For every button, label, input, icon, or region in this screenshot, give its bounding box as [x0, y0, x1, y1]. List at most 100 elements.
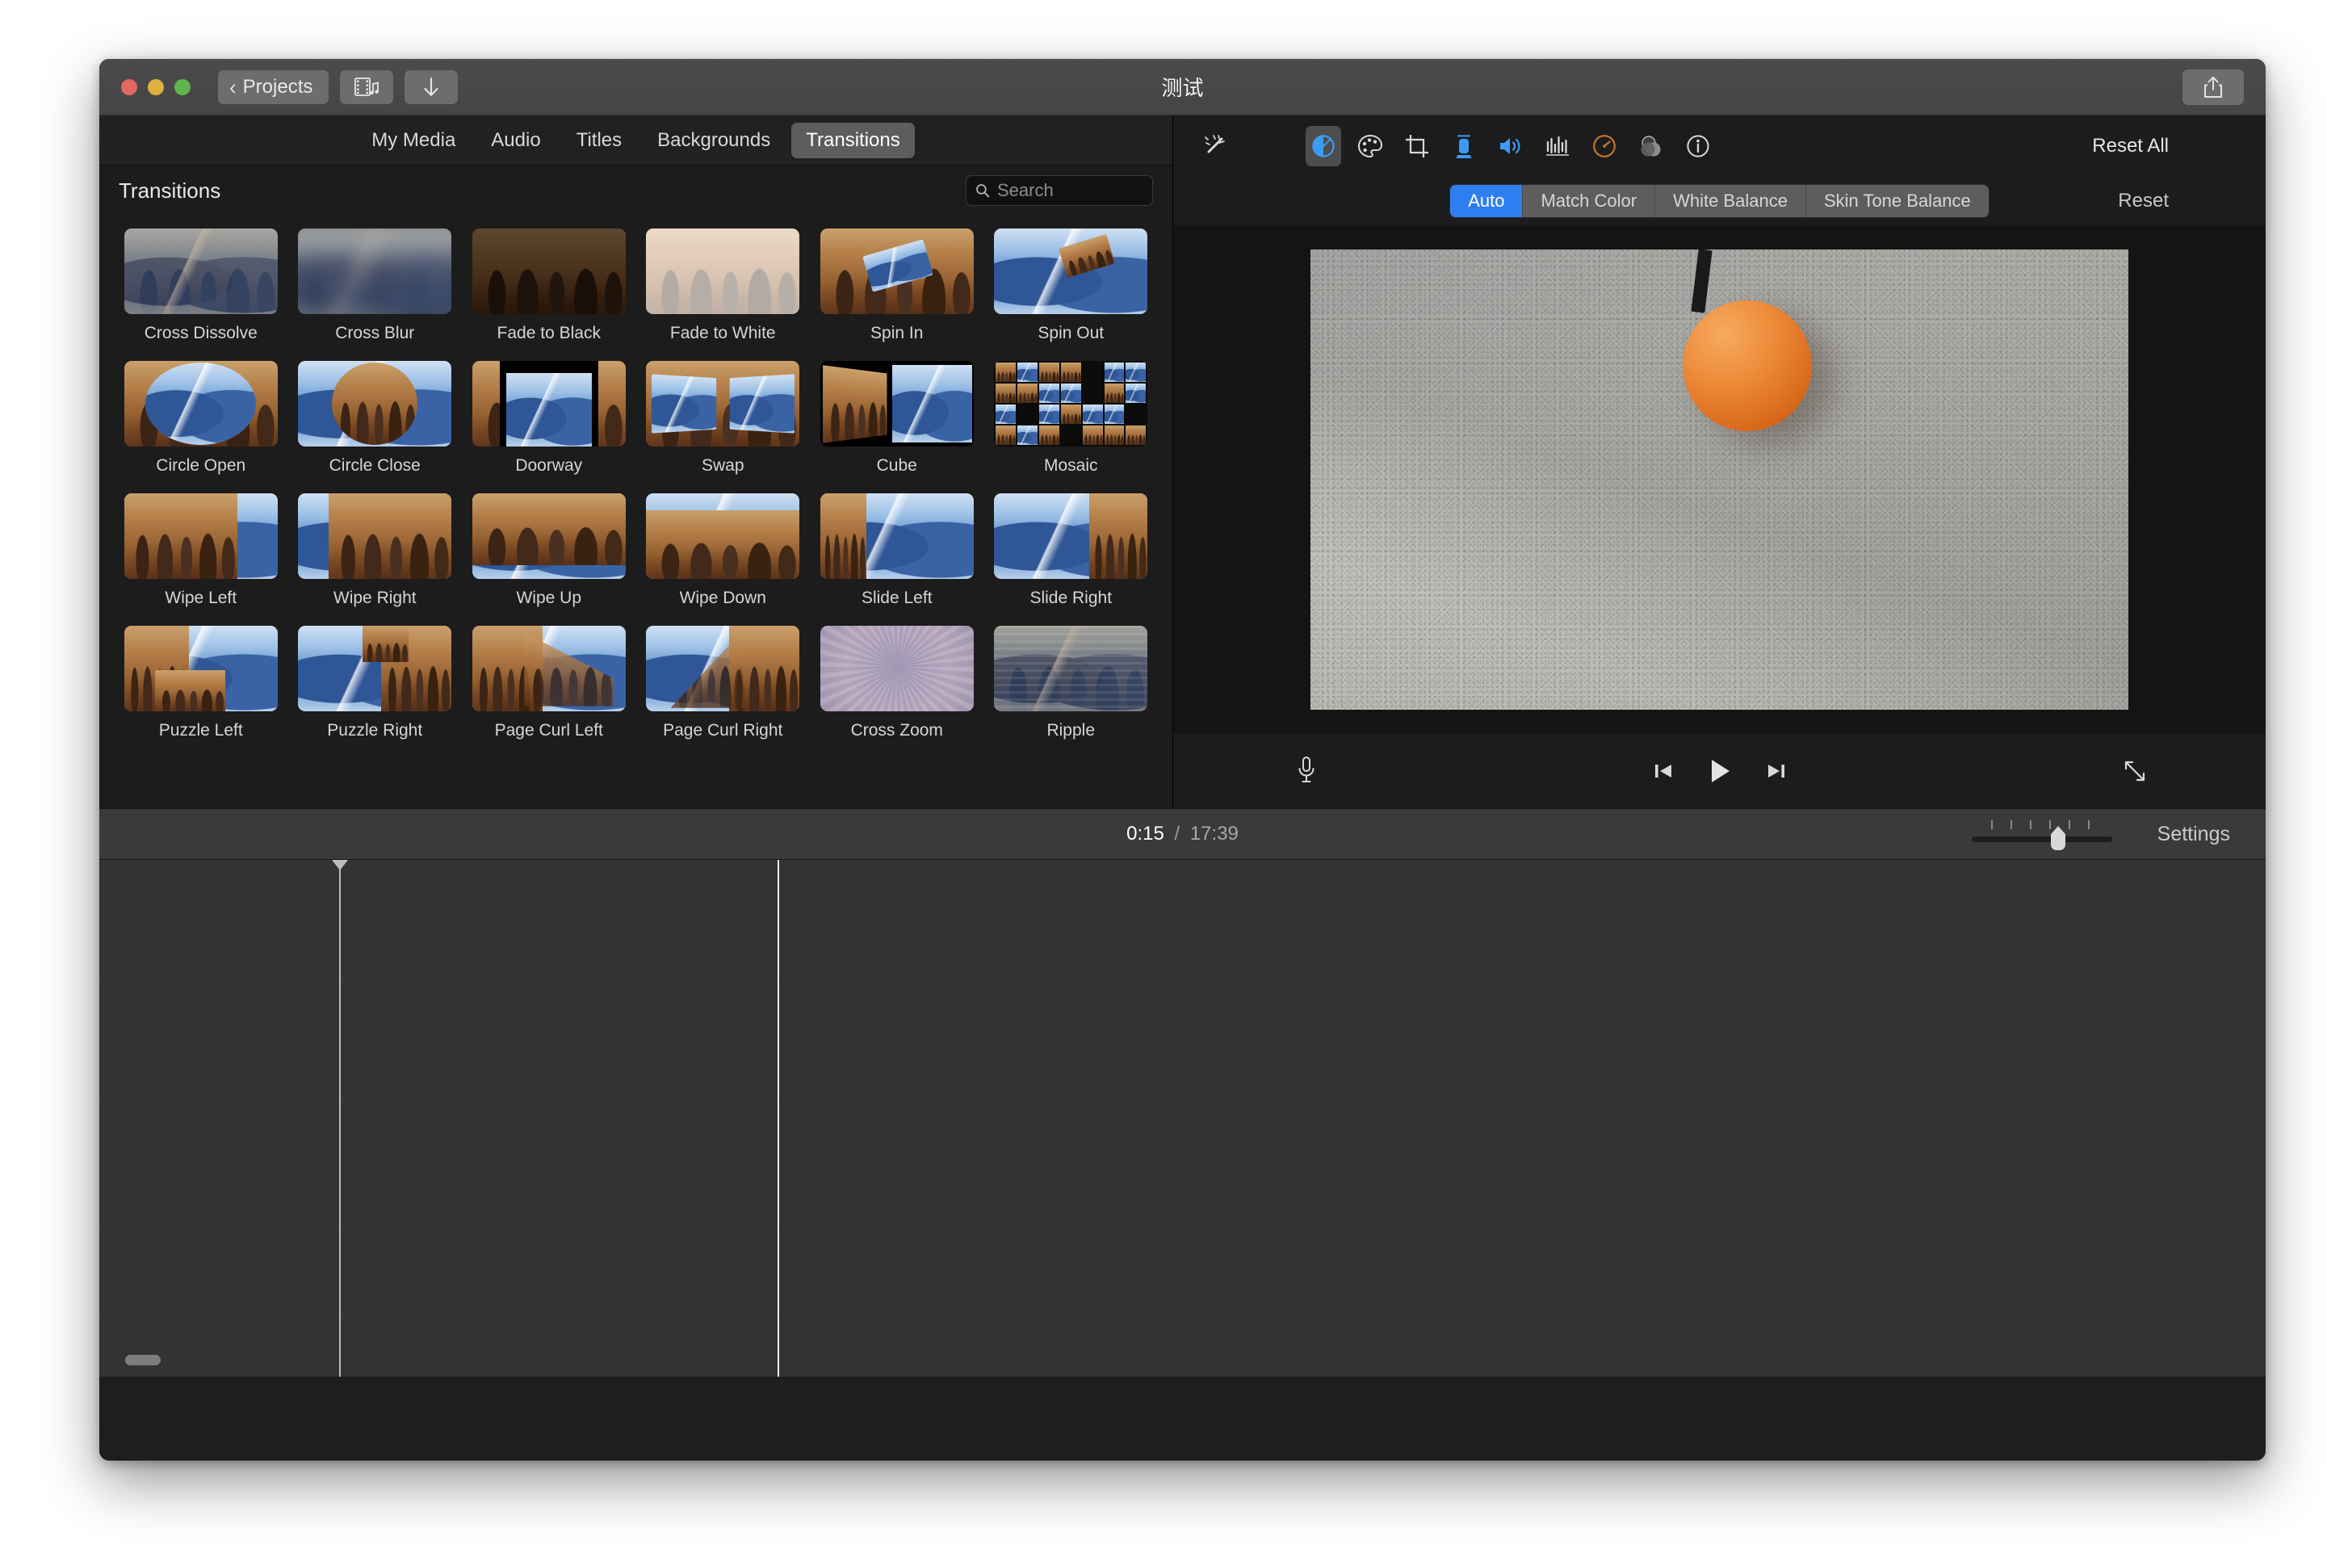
stabilization-icon: [1453, 133, 1474, 159]
viewer-stage: [1173, 225, 2266, 734]
auto-enhance-button[interactable]: [1194, 132, 1235, 160]
transition-thumbnail: [646, 493, 799, 579]
transition-label: Page Curl Right: [663, 721, 782, 740]
timecode-display: 0:15 / 17:39: [99, 823, 2266, 845]
color-correction-button[interactable]: [1352, 126, 1388, 166]
import-media-button[interactable]: [340, 70, 393, 104]
viewer-pane: Reset All Auto Match Color White Balance…: [1173, 115, 2266, 808]
reset-button[interactable]: Reset: [2118, 190, 2169, 212]
transition-item[interactable]: Swap: [636, 353, 811, 485]
transition-thumbnail: [298, 626, 451, 711]
transition-label: Spin In: [870, 324, 923, 343]
transition-item[interactable]: Wipe Left: [114, 485, 288, 618]
browser-tab-bar: My Media Audio Titles Backgrounds Transi…: [99, 115, 1172, 166]
timeline-horizontal-scrollbar[interactable]: [125, 1355, 161, 1365]
transition-item[interactable]: Wipe Down: [636, 485, 811, 618]
transition-item[interactable]: Wipe Up: [462, 485, 636, 618]
segment-white-balance[interactable]: White Balance: [1655, 185, 1806, 217]
transition-label: Wipe Right: [333, 589, 417, 608]
skip-to-start-button[interactable]: [1651, 759, 1675, 783]
voiceover-button[interactable]: [1294, 755, 1319, 787]
download-button[interactable]: [405, 70, 458, 104]
inspector-tool-buttons: [1306, 126, 1716, 166]
color-balance-segment-bar: Auto Match Color White Balance Skin Tone…: [1173, 177, 2266, 225]
transition-thumbnail: [472, 626, 626, 711]
transition-label: Puzzle Left: [159, 721, 243, 740]
transition-thumbnail: [298, 361, 451, 447]
transition-item[interactable]: Cross Zoom: [810, 618, 984, 750]
search-input[interactable]: [997, 180, 1143, 201]
fullscreen-button[interactable]: [2122, 758, 2148, 784]
transition-thumbnail: [820, 493, 974, 579]
transition-item[interactable]: Puzzle Left: [114, 618, 288, 750]
transition-thumbnail: [298, 228, 451, 314]
close-button[interactable]: [121, 79, 137, 95]
transition-label: Puzzle Right: [327, 721, 422, 740]
transition-item[interactable]: Fade to White: [636, 220, 811, 353]
tab-titles[interactable]: Titles: [562, 123, 636, 158]
color-balance-button[interactable]: [1306, 126, 1341, 166]
skimmer-playhead[interactable]: [339, 860, 341, 1377]
transition-item[interactable]: Circle Open: [114, 353, 288, 485]
transition-item[interactable]: Slide Right: [984, 485, 1159, 618]
segment-skin-tone-balance[interactable]: Skin Tone Balance: [1806, 185, 1989, 217]
transition-item[interactable]: Fade to Black: [462, 220, 636, 353]
skip-to-end-button[interactable]: [1764, 759, 1788, 783]
speed-button[interactable]: [1587, 126, 1622, 166]
segment-match-color[interactable]: Match Color: [1523, 185, 1655, 217]
transition-label: Circle Open: [156, 456, 245, 476]
color-correction-palette-icon: [1357, 134, 1383, 158]
transition-item[interactable]: Slide Left: [810, 485, 984, 618]
transition-thumbnail: [124, 361, 278, 447]
transition-item[interactable]: Cube: [810, 353, 984, 485]
stabilization-button[interactable]: [1446, 126, 1482, 166]
transition-item[interactable]: Spin In: [810, 220, 984, 353]
transition-label: Doorway: [515, 456, 582, 476]
transition-thumbnail: [298, 493, 451, 579]
browser-header: Transitions: [99, 166, 1172, 216]
clip-filter-button[interactable]: [1633, 126, 1669, 166]
projects-back-button[interactable]: ‹ Projects: [218, 70, 329, 104]
crop-button[interactable]: [1399, 126, 1435, 166]
tab-backgrounds[interactable]: Backgrounds: [643, 123, 785, 158]
transition-thumbnail: [472, 493, 626, 579]
transition-item[interactable]: Cross Dissolve: [114, 220, 288, 353]
video-preview[interactable]: [1310, 249, 2128, 710]
timeline-zoom-slider[interactable]: [1972, 819, 2112, 849]
transition-item[interactable]: Spin Out: [984, 220, 1159, 353]
timeline[interactable]: [99, 860, 2266, 1377]
search-field[interactable]: [966, 175, 1153, 206]
transition-item[interactable]: Wipe Right: [288, 485, 463, 618]
zoom-button[interactable]: [174, 79, 191, 95]
transition-thumbnail: [646, 228, 799, 314]
transition-item[interactable]: Circle Close: [288, 353, 463, 485]
preview-orange: [1683, 300, 1812, 431]
transition-item[interactable]: Puzzle Right: [288, 618, 463, 750]
transition-item[interactable]: Page Curl Right: [636, 618, 811, 750]
reset-all-button[interactable]: Reset All: [2092, 135, 2169, 157]
transition-label: Cross Zoom: [851, 721, 943, 740]
share-button[interactable]: [2182, 69, 2244, 105]
transition-item[interactable]: Page Curl Left: [462, 618, 636, 750]
play-button[interactable]: [1706, 757, 1734, 786]
volume-button[interactable]: [1493, 126, 1528, 166]
noise-reduction-button[interactable]: [1540, 126, 1575, 166]
info-button[interactable]: [1680, 126, 1716, 166]
transition-item[interactable]: Ripple: [984, 618, 1159, 750]
tab-audio[interactable]: Audio: [476, 123, 555, 158]
zoom-slider-knob[interactable]: [2051, 826, 2065, 850]
transitions-scroll-area[interactable]: Cross Dissolve Cross Blur: [99, 216, 1172, 808]
minimize-button[interactable]: [148, 79, 164, 95]
transition-item[interactable]: Mosaic: [984, 353, 1159, 485]
playback-controls: [1173, 734, 2266, 808]
transition-item[interactable]: Cross Blur: [288, 220, 463, 353]
volume-icon: [1498, 135, 1524, 157]
transition-thumbnail: [124, 626, 278, 711]
timeline-settings-button[interactable]: Settings: [2157, 823, 2230, 846]
film-music-icon: [354, 77, 379, 98]
transition-item[interactable]: Doorway: [462, 353, 636, 485]
playhead[interactable]: [778, 860, 779, 1377]
tab-my-media[interactable]: My Media: [357, 123, 470, 158]
tab-transitions[interactable]: Transitions: [791, 123, 914, 158]
segment-auto[interactable]: Auto: [1450, 185, 1523, 217]
